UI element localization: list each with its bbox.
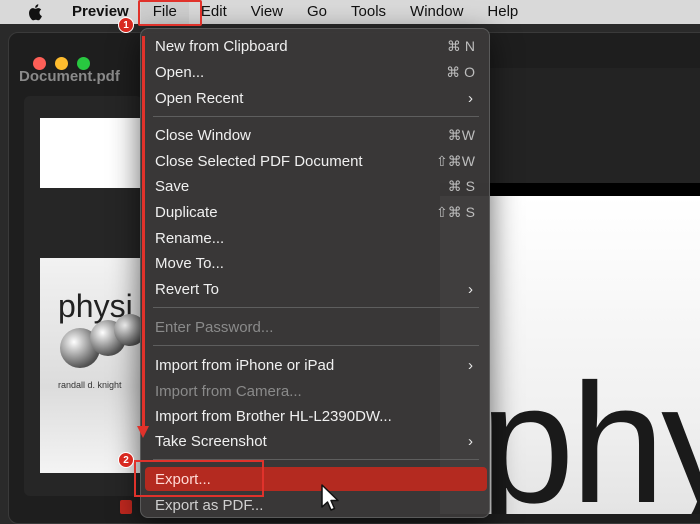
menu-item-label: Import from iPhone or iPad [155,356,335,374]
menu-item-label: Export as PDF... [155,496,264,514]
shortcut-label: ⌘W [447,126,475,143]
menu-item-label: Revert To [155,280,219,298]
menu-view[interactable]: View [239,0,295,24]
chevron-right-icon: › [468,432,473,450]
menu-item-open-recent[interactable]: Open Recent › [155,86,477,110]
chevron-right-icon: › [468,280,473,298]
thumbnail-author: randall d. knight [58,380,122,390]
menu-item-import-iphone[interactable]: Import from iPhone or iPad › [155,353,477,377]
menu-item-duplicate[interactable]: Duplicate ⇧⌘ S [155,200,477,224]
info-badge [120,500,132,514]
menu-item-label: Rename... [155,229,225,247]
file-menu: New from Clipboard ⌘ N Open... ⌘ O Open … [140,28,490,518]
sphere-image [114,314,140,346]
file-menu-annotation-box [138,0,202,26]
chevron-right-icon: › [468,356,473,374]
menu-item-close-window[interactable]: Close Window ⌘W [155,123,477,147]
menu-item-revert-to[interactable]: Revert To › [155,277,477,301]
menu-bar: Preview File Edit View Go Tools Window H… [0,0,700,24]
menu-item-label: Open Recent [155,89,244,107]
menu-separator [153,116,479,117]
menu-separator [153,307,479,308]
step-badge-2: 2 [118,452,134,468]
menu-item-enter-password: Enter Password... [155,315,477,339]
menu-item-label: Open... [155,63,205,81]
menu-item-label: Take Screenshot [155,432,267,450]
export-annotation-box [134,460,264,497]
menu-item-open[interactable]: Open... ⌘ O [155,60,477,84]
menu-item-label: Enter Password... [155,318,274,336]
menu-item-move-to[interactable]: Move To... [155,251,477,275]
shortcut-label: ⌘ N [447,37,475,54]
page-thumbnail-1[interactable] [40,118,140,188]
menu-help[interactable]: Help [475,0,530,24]
shortcut-label: ⇧⌘ S [436,203,475,220]
annotation-arrow-head [137,426,149,438]
document-area-top [460,68,700,183]
menu-item-close-selected-pdf[interactable]: Close Selected PDF Document ⇧⌘W [155,149,477,173]
menu-item-label: Move To... [155,254,224,272]
menu-item-rename[interactable]: Rename... [155,226,477,250]
menu-item-label: Save [155,177,190,195]
menu-window[interactable]: Window [398,0,475,24]
menu-separator [153,345,479,346]
shortcut-label: ⌘ S [447,177,475,194]
menu-item-import-brother[interactable]: Import from Brother HL-L2390DW... [155,404,477,428]
menu-item-label: Close Selected PDF Document [155,152,363,170]
shortcut-label: ⌘ O [446,63,475,80]
apple-icon[interactable] [28,3,54,21]
annotation-arrow-line [142,36,145,428]
step-badge-1: 1 [118,17,134,33]
chevron-right-icon: › [468,89,473,107]
menu-item-label: Import from Brother HL-L2390DW... [155,407,392,425]
menu-item-save[interactable]: Save ⌘ S [155,174,477,198]
menu-item-take-screenshot[interactable]: Take Screenshot › [155,429,477,453]
page-thumbnail-2[interactable]: physi randall d. knight [40,258,140,473]
menu-item-label: Import from Camera... [155,382,302,400]
menu-item-label: Duplicate [155,203,218,221]
menu-tools[interactable]: Tools [339,0,398,24]
mouse-pointer-icon [320,484,340,517]
shortcut-label: ⇧⌘W [436,152,475,169]
menu-item-new-from-clipboard[interactable]: New from Clipboard ⌘ N [155,34,477,58]
menu-go[interactable]: Go [295,0,339,24]
menu-item-import-camera: Import from Camera... [155,379,477,403]
page-title-text: phy [480,349,700,514]
menu-item-label: New from Clipboard [155,37,288,55]
document-title: Document.pdf [19,68,120,85]
menu-item-label: Close Window [155,126,251,144]
